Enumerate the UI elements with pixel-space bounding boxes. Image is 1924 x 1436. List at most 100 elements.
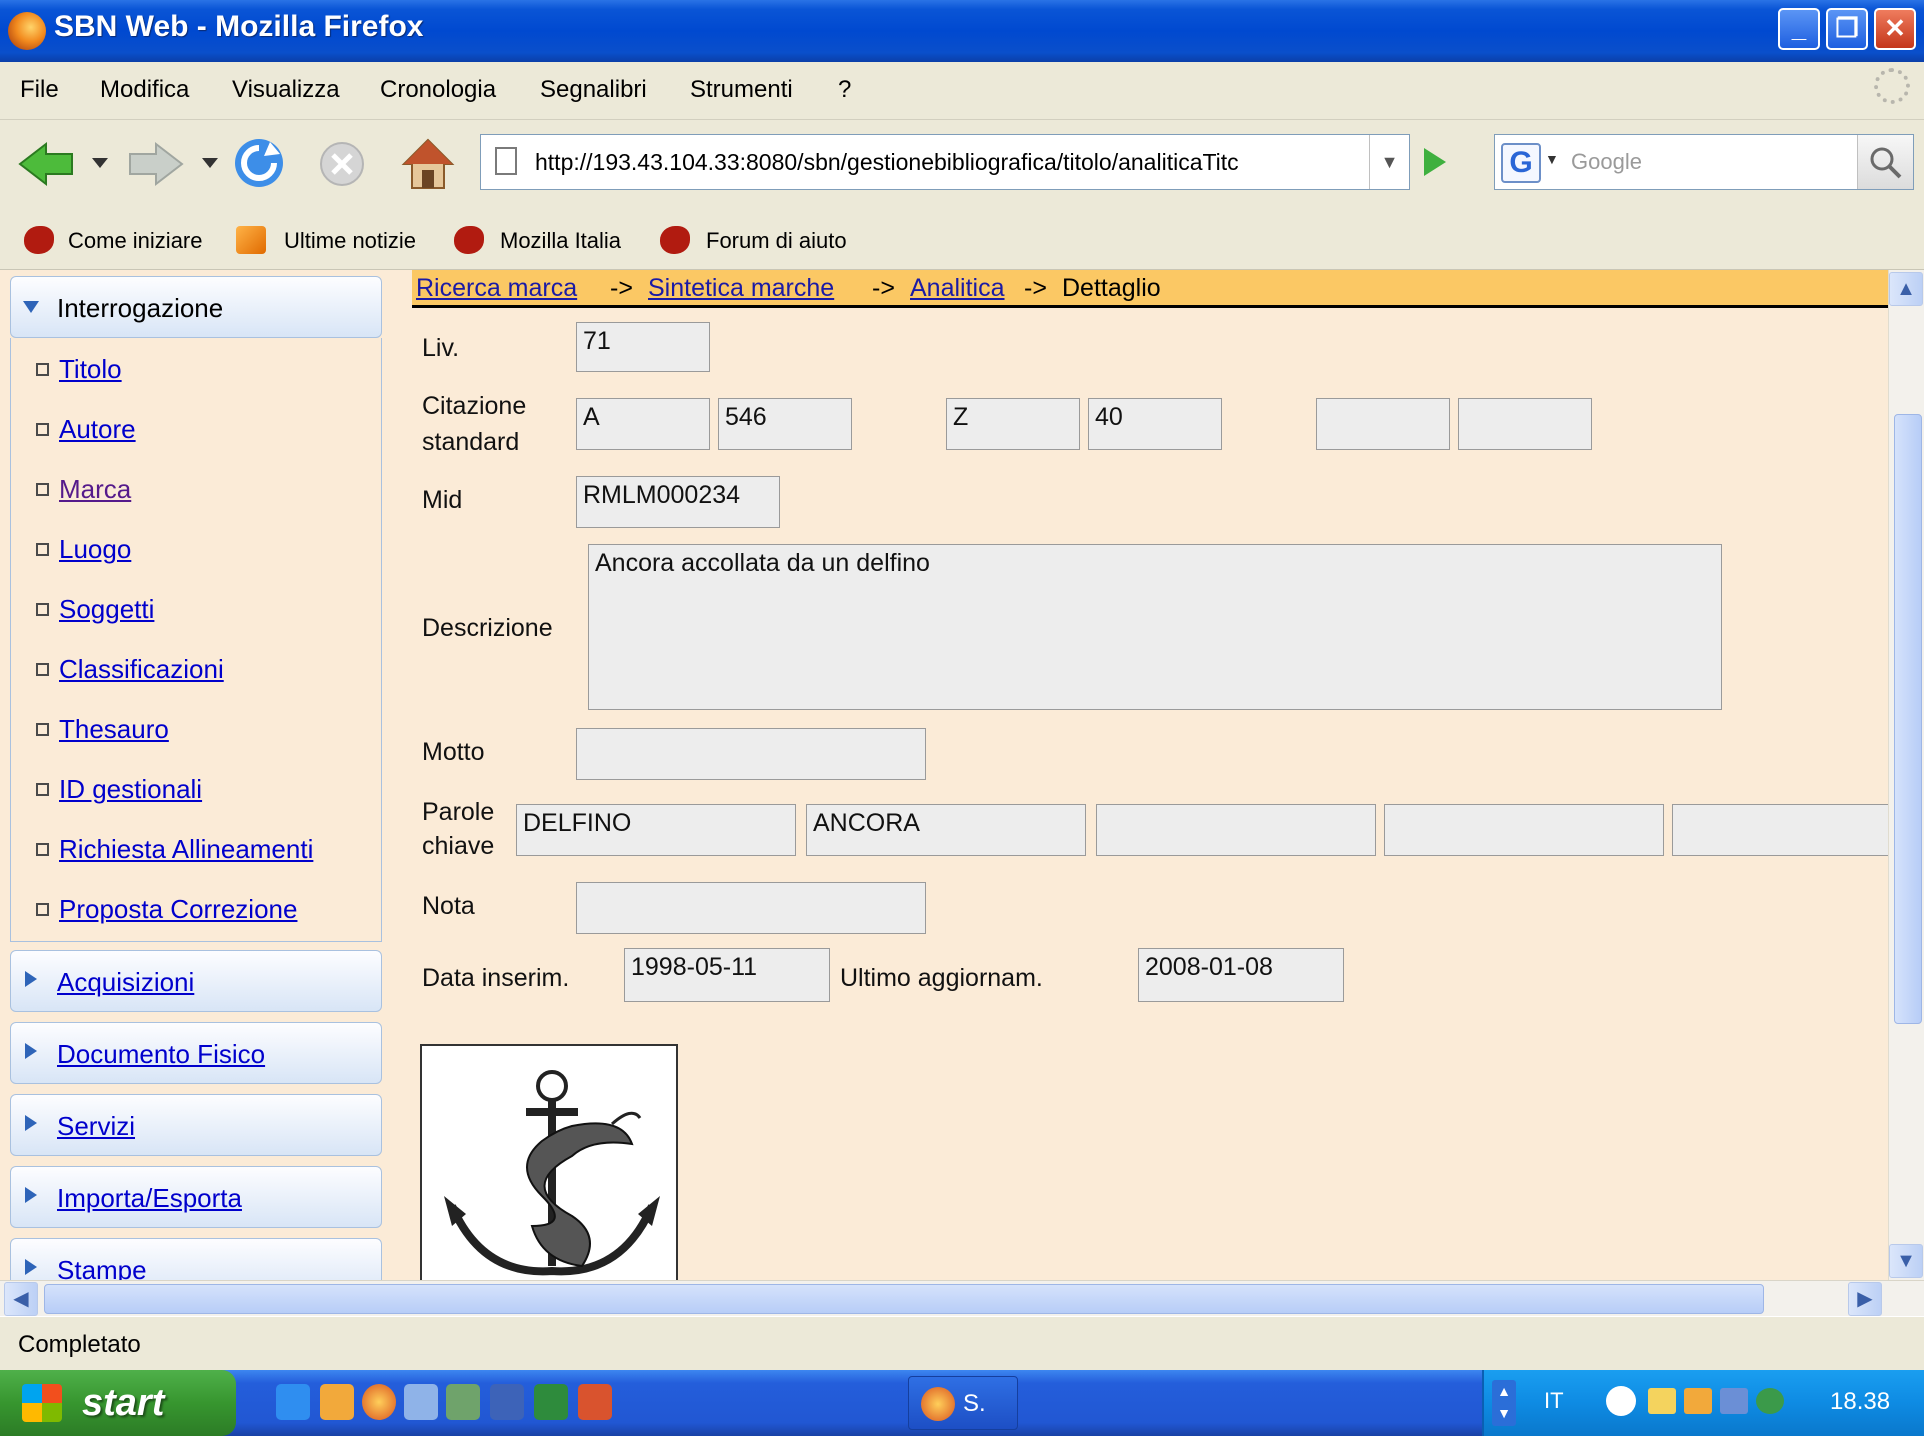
powerpoint-icon[interactable] (578, 1384, 612, 1420)
sidebar-item-luogo[interactable]: Luogo (36, 534, 131, 565)
citazione-field-4[interactable]: 40 (1088, 398, 1222, 450)
internet-explorer-icon[interactable] (276, 1384, 310, 1420)
media-app-icon[interactable] (404, 1384, 438, 1420)
url-history-dropdown[interactable]: ▼ (1369, 135, 1409, 189)
scroll-up-button[interactable]: ▲ (1889, 272, 1923, 306)
mail-tray-icon[interactable] (1648, 1388, 1676, 1414)
maximize-button[interactable]: ❐ (1826, 8, 1868, 50)
menu-segnalibri[interactable]: Segnalibri (540, 76, 647, 104)
section-label[interactable]: Documento Fisico (57, 1039, 265, 1070)
search-button[interactable] (1857, 135, 1913, 189)
bookmarks-toolbar: Come iniziare Ultime notizie Mozilla Ita… (0, 212, 1924, 270)
citazione-field-2[interactable]: 546 (718, 398, 852, 450)
section-label[interactable]: Acquisizioni (57, 967, 194, 998)
excel-icon[interactable] (534, 1384, 568, 1420)
back-arrow-icon[interactable] (16, 140, 76, 188)
network-tray-icon[interactable] (1720, 1388, 1748, 1414)
sidebar-section-importa-esporta[interactable]: Importa/Esporta (10, 1166, 382, 1228)
citazione-field-6[interactable] (1458, 398, 1592, 450)
sidebar-item-id-gestionali[interactable]: ID gestionali (36, 774, 202, 805)
status-text: Completato (18, 1331, 141, 1358)
home-icon[interactable] (400, 136, 456, 192)
parola-chiave-field-3[interactable] (1096, 804, 1376, 856)
liv-field[interactable]: 71 (576, 322, 710, 372)
google-engine-icon[interactable]: G (1501, 143, 1541, 183)
go-button-icon[interactable] (1424, 148, 1446, 176)
breadcrumb-link-sintetica-marche[interactable]: Sintetica marche (648, 274, 834, 303)
ultimo-aggiornamento-field[interactable]: 2008-01-08 (1138, 948, 1344, 1002)
bookmark-forum-di-aiuto[interactable]: Forum di aiuto (706, 228, 847, 254)
parola-chiave-field-2[interactable]: ANCORA (806, 804, 1086, 856)
menu-strumenti[interactable]: Strumenti (690, 76, 793, 104)
citazione-field-5[interactable] (1316, 398, 1450, 450)
descrizione-field[interactable]: Ancora accollata da un delfino (588, 544, 1722, 710)
engine-dropdown-icon[interactable]: ▼ (1545, 151, 1559, 167)
language-toggle-icon[interactable]: ▲ ▼ (1492, 1380, 1516, 1426)
section-label[interactable]: Servizi (57, 1111, 135, 1142)
stop-icon[interactable] (318, 140, 366, 188)
mid-field[interactable]: RMLM000234 (576, 476, 780, 528)
parola-chiave-field-4[interactable] (1384, 804, 1664, 856)
taskbar-item-firefox[interactable]: S. (908, 1376, 1018, 1430)
reload-icon[interactable] (232, 136, 286, 190)
search-placeholder[interactable]: Google (1571, 149, 1642, 175)
sidebar-section-acquisizioni[interactable]: Acquisizioni (10, 950, 382, 1012)
search-box[interactable]: G ▼ Google (1494, 134, 1914, 190)
bookmark-ultime-notizie[interactable]: Ultime notizie (284, 228, 416, 254)
menu-cronologia[interactable]: Cronologia (380, 76, 496, 104)
clock-app-icon[interactable] (320, 1384, 354, 1420)
nota-field[interactable] (576, 882, 926, 934)
scroll-right-button[interactable]: ▶ (1848, 1282, 1882, 1316)
parola-chiave-field-5[interactable] (1672, 804, 1888, 856)
forward-arrow-icon[interactable] (126, 140, 186, 188)
back-dropdown-icon[interactable] (92, 158, 108, 170)
sidebar-item-thesauro[interactable]: Thesauro (36, 714, 169, 745)
sidebar-item-marca[interactable]: Marca (36, 474, 131, 505)
menu-visualizza[interactable]: Visualizza (232, 76, 340, 104)
breadcrumb-link-analitica[interactable]: Analitica (910, 274, 1005, 303)
parole-chiave-label-line2: chiave (422, 832, 495, 860)
menu-file[interactable]: File (20, 76, 59, 104)
sidebar-section-servizi[interactable]: Servizi (10, 1094, 382, 1156)
sidebar-item-soggetti[interactable]: Soggetti (36, 594, 154, 625)
sidebar-section-interrogazione[interactable]: Interrogazione (10, 276, 382, 338)
sidebar-item-autore[interactable]: Autore (36, 414, 136, 445)
forward-dropdown-icon[interactable] (202, 158, 218, 170)
tray-expand-icon[interactable] (1606, 1386, 1636, 1416)
citazione-field-3[interactable]: Z (946, 398, 1080, 450)
clock-tray-icon[interactable] (1684, 1388, 1712, 1414)
start-button[interactable]: start (0, 1370, 236, 1436)
scroll-left-button[interactable]: ◀ (4, 1282, 38, 1316)
scroll-down-button[interactable]: ▼ (1889, 1244, 1923, 1278)
address-bar[interactable]: http://193.43.104.33:8080/sbn/gestionebi… (480, 134, 1410, 190)
motto-field[interactable] (576, 728, 926, 780)
bookmark-come-iniziare[interactable]: Come iniziare (68, 228, 203, 254)
minimize-button[interactable]: _ (1778, 8, 1820, 50)
close-button[interactable]: ✕ (1874, 8, 1916, 50)
sidebar-item-titolo[interactable]: Titolo (36, 354, 122, 385)
parola-chiave-field-1[interactable]: DELFINO (516, 804, 796, 856)
breadcrumb-link-ricerca-marca[interactable]: Ricerca marca (416, 274, 577, 303)
anchor-dolphin-illustration (444, 1070, 660, 1276)
explorer-app-icon[interactable] (446, 1384, 480, 1420)
citazione-field-1[interactable]: A (576, 398, 710, 450)
audio-tray-icon[interactable] (1756, 1388, 1784, 1414)
word-icon[interactable] (490, 1384, 524, 1420)
section-label[interactable]: Importa/Esporta (57, 1183, 242, 1214)
data-inserimento-field[interactable]: 1998-05-11 (624, 948, 830, 1002)
bookmark-mozilla-italia[interactable]: Mozilla Italia (500, 228, 621, 254)
menu-help[interactable]: ? (838, 76, 851, 104)
sidebar-section-documento-fisico[interactable]: Documento Fisico (10, 1022, 382, 1084)
vertical-scroll-thumb[interactable] (1894, 414, 1922, 1024)
sidebar-item-proposta-correzione[interactable]: Proposta Correzione (36, 894, 297, 925)
mid-label: Mid (422, 486, 463, 514)
menu-modifica[interactable]: Modifica (100, 76, 189, 104)
section-label[interactable]: Stampe (57, 1255, 147, 1280)
sidebar-section-stampe[interactable]: Stampe (10, 1238, 382, 1280)
horizontal-scroll-thumb[interactable] (44, 1284, 1764, 1314)
firefox-quicklaunch-icon[interactable] (362, 1384, 396, 1420)
sidebar-item-richiesta-allineamenti[interactable]: Richiesta Allineamenti (36, 834, 313, 865)
sidebar-item-classificazioni[interactable]: Classificazioni (36, 654, 224, 685)
url-text[interactable]: http://193.43.104.33:8080/sbn/gestionebi… (535, 149, 1239, 176)
language-indicator[interactable]: IT (1544, 1388, 1564, 1414)
